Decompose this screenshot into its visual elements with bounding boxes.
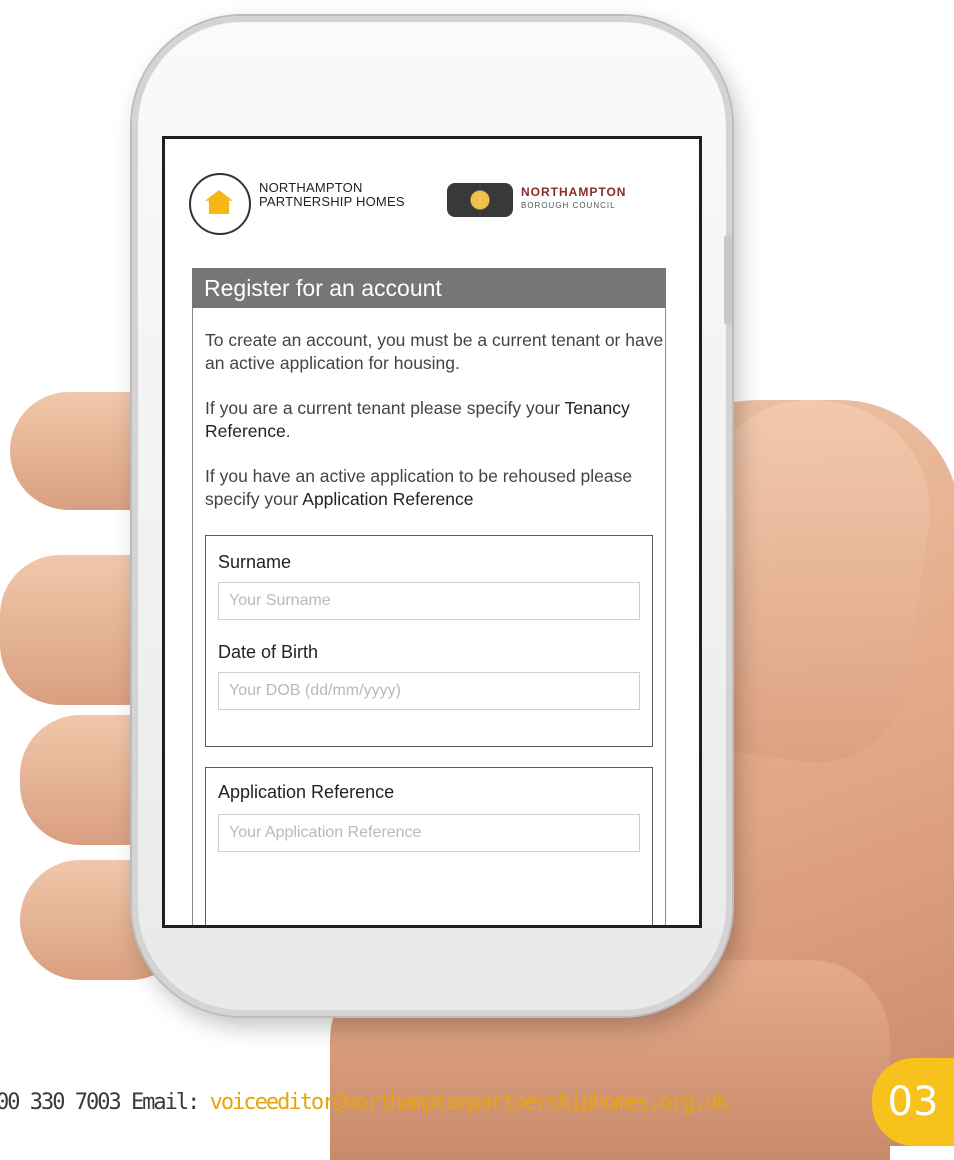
intro-text: To create an account, you must be a curr… — [205, 330, 664, 373]
council-logo-title: NORTHAMPTON — [521, 185, 627, 199]
application-reference-label: Application Reference — [218, 782, 395, 802]
panel-title: Register for an account — [192, 268, 666, 308]
surname-label: Surname — [218, 552, 292, 572]
logo-bar: NORTHAMPTON PARTNERSHIP HOMES NORTHAMPTO… — [189, 169, 679, 235]
dob-label: Date of Birth — [218, 642, 319, 662]
phone-screen: NORTHAMPTON PARTNERSHIP HOMES NORTHAMPTO… — [162, 136, 702, 928]
tenant-instruction-text: If you are a current tenant please speci… — [205, 398, 561, 418]
house-logo-icon — [189, 173, 251, 235]
footer-email-link[interactable]: voiceeditor@northamptonpartnershiphomes.… — [210, 1090, 729, 1115]
dob-input[interactable] — [218, 672, 640, 710]
applicant-instruction: If you have an active application to be … — [205, 465, 665, 511]
application-reference-term: Application Reference — [302, 489, 474, 509]
page-number-badge: 03 — [872, 1058, 954, 1146]
nph-logo-line2: PARTNERSHIP HOMES — [259, 194, 405, 209]
council-logo-subtitle: BOROUGH COUNCIL — [521, 201, 616, 210]
nph-logo-text: NORTHAMPTON PARTNERSHIP HOMES — [259, 181, 405, 209]
tenant-instruction-suffix: . — [285, 421, 291, 441]
tenant-instruction: If you are a current tenant please speci… — [205, 397, 665, 443]
footer-contact: 00 330 7003 Email: voiceeditor@northampt… — [0, 1090, 729, 1115]
footer-phone-text: 00 330 7003 Email: — [0, 1090, 200, 1115]
application-reference-input[interactable] — [218, 814, 640, 852]
application-fieldset: Application Reference — [205, 767, 653, 925]
surname-input[interactable] — [218, 582, 640, 620]
nph-logo-line1: NORTHAMPTON — [259, 180, 363, 195]
identity-fieldset: Surname Date of Birth — [205, 535, 653, 747]
council-crest-icon — [447, 183, 513, 217]
phone-side-button — [724, 235, 732, 325]
